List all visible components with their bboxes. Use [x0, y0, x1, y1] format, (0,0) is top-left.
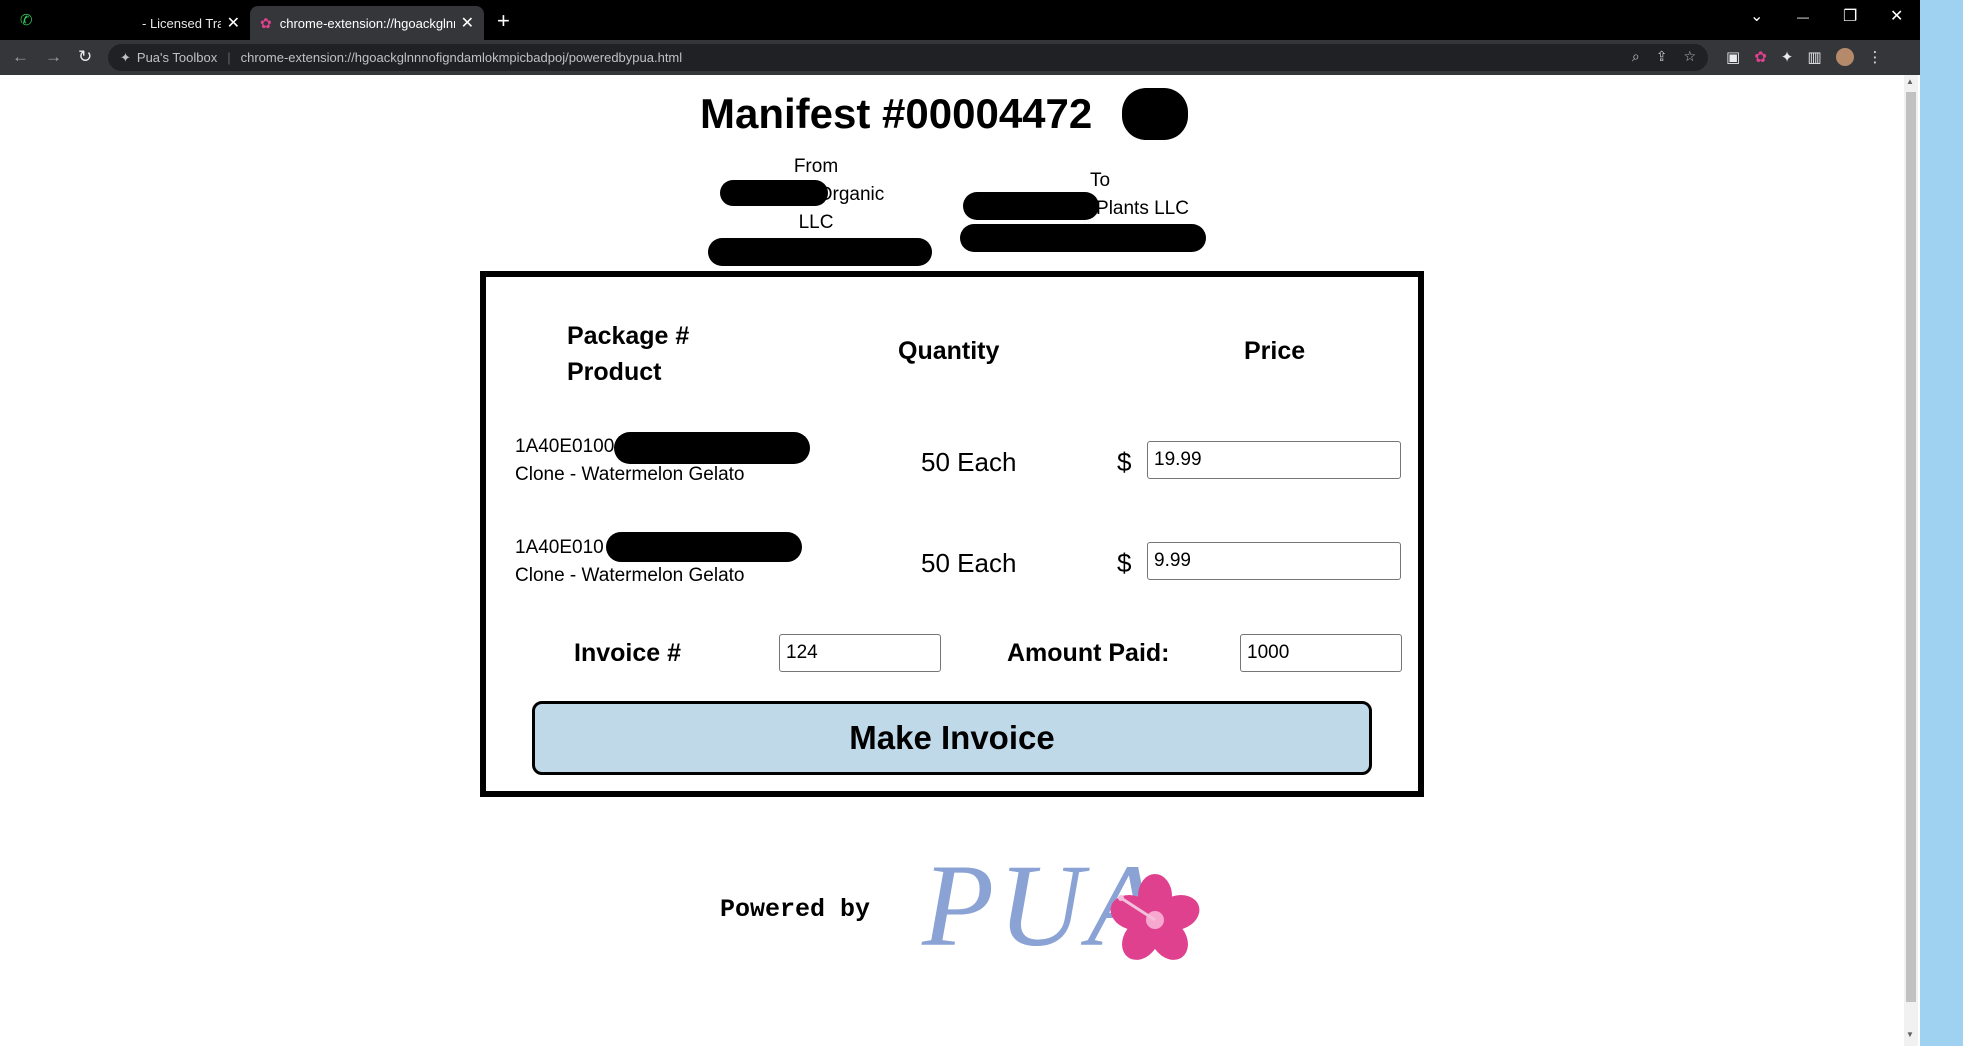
header-price: Price [1244, 337, 1306, 365]
quantity-value: 50 Each [921, 447, 1017, 477]
scroll-down-arrow-icon[interactable]: ▼ [1906, 1030, 1914, 1039]
hibiscus-icon: ✿ [260, 14, 272, 31]
hibiscus-flower-icon [1110, 874, 1200, 960]
close-icon[interactable]: ✕ [461, 13, 474, 33]
redaction [960, 224, 1206, 252]
desktop-background-strip [1920, 0, 1963, 1046]
extensions-puzzle-icon[interactable]: ✦ [1781, 48, 1794, 66]
extension-label: Pua's Toolbox [136, 50, 218, 65]
redaction [708, 238, 932, 266]
tab-strip: ✆ - Licensed Tra ✕ ✿ chrome-extension://… [0, 0, 1963, 40]
browser-toolbar: ← → ↻ ✦ Pua's Toolbox | chrome-extension… [0, 40, 1963, 75]
redaction [1122, 88, 1188, 140]
forward-button[interactable]: → [45, 47, 62, 67]
invoice-label: Invoice # [574, 639, 681, 667]
reload-button[interactable]: ↻ [78, 47, 92, 67]
price-input[interactable] [1147, 441, 1401, 479]
url-text[interactable]: chrome-extension://hgoackglnnnofigndamlo… [241, 50, 683, 65]
tab-search-icon[interactable]: ⌄ [1750, 6, 1763, 26]
product-name: Clone - Watermelon Gelato [515, 565, 745, 586]
side-panel-icon[interactable]: ▥ [1807, 48, 1821, 66]
tab-extension[interactable]: ✿ chrome-extension://hgoackglnn ✕ [250, 6, 484, 40]
tab-licensed[interactable]: - Licensed Tra ✕ [12, 6, 250, 40]
share-icon[interactable]: ⇪ [1656, 48, 1668, 65]
omnibox-separator: | [227, 50, 231, 65]
invoice-number-input[interactable] [779, 634, 941, 672]
currency-symbol: $ [1117, 548, 1132, 578]
amount-paid-input[interactable] [1240, 634, 1402, 672]
header-package: Package # Product [567, 322, 690, 386]
from-label: From [793, 156, 839, 177]
header-quantity: Quantity [898, 337, 1000, 365]
menu-kebab-icon[interactable]: ⋮ [1868, 48, 1883, 66]
make-invoice-button[interactable]: Make Invoice [532, 701, 1372, 775]
powered-by-text: Powered by [720, 895, 871, 924]
extension-box-icon[interactable]: ▣ [1726, 48, 1740, 66]
close-window-button[interactable]: ✕ [1890, 6, 1903, 26]
bookmark-star-icon[interactable]: ☆ [1683, 48, 1696, 65]
close-icon[interactable]: ✕ [227, 13, 240, 33]
puzzle-icon: ✦ [120, 49, 131, 65]
new-tab-button[interactable]: + [497, 8, 510, 34]
product-name: Clone - Watermelon Gelato [515, 464, 745, 485]
scroll-up-arrow-icon[interactable]: ▲ [1906, 77, 1914, 86]
back-button[interactable]: ← [12, 47, 29, 67]
redaction [606, 532, 802, 562]
redaction [614, 432, 810, 464]
from-name-line2: LLC [798, 212, 834, 233]
tab-title: chrome-extension://hgoackglnn [279, 15, 455, 31]
scrollbar-thumb[interactable] [1906, 92, 1916, 1002]
address-bar[interactable]: ✦ Pua's Toolbox | chrome-extension://hgo… [108, 44, 1708, 71]
profile-avatar[interactable] [1835, 48, 1854, 66]
to-label: To [1089, 170, 1111, 191]
restore-button[interactable]: ❐ [1843, 6, 1857, 26]
currency-symbol: $ [1117, 447, 1132, 477]
redaction [720, 180, 828, 206]
tab-title: - Licensed Tra [142, 15, 221, 31]
amount-paid-label: Amount Paid: [1007, 639, 1170, 667]
quantity-value: 50 Each [921, 548, 1017, 578]
minimize-button[interactable]: — [1797, 10, 1809, 24]
hibiscus-extension-icon[interactable]: ✿ [1754, 48, 1767, 66]
zoom-icon[interactable]: ⌕ [1632, 48, 1640, 65]
price-input[interactable] [1147, 542, 1401, 580]
redaction [963, 192, 1099, 220]
